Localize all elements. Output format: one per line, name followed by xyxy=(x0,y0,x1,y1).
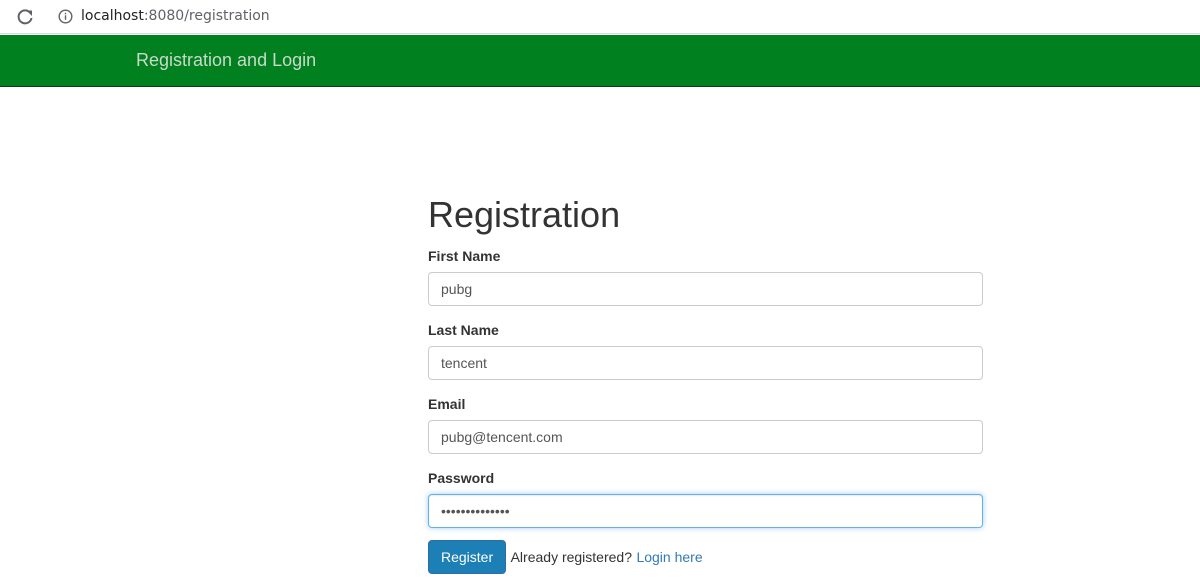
page-title: Registration xyxy=(428,194,621,235)
first-name-group: First Name xyxy=(428,246,983,306)
login-here-link[interactable]: Login here xyxy=(636,549,702,565)
registration-form: Registration First Name Last Name Email … xyxy=(428,190,983,574)
info-icon[interactable] xyxy=(58,9,73,24)
first-name-input[interactable] xyxy=(428,272,983,306)
last-name-group: Last Name xyxy=(428,320,983,380)
password-label: Password xyxy=(428,470,495,486)
address-bar[interactable]: localhost:8080/registration xyxy=(47,3,1200,30)
navbar: Registration and Login xyxy=(0,35,1200,87)
browser-toolbar: localhost:8080/registration xyxy=(0,0,1200,34)
register-button[interactable]: Register xyxy=(428,540,507,574)
email-label: Email xyxy=(428,396,466,412)
url-text: localhost:8080/registration xyxy=(81,8,270,24)
first-name-label: First Name xyxy=(428,248,501,264)
already-registered-text: Already registered? xyxy=(510,549,632,565)
last-name-label: Last Name xyxy=(428,322,499,338)
reload-icon[interactable] xyxy=(14,6,36,28)
navbar-brand[interactable]: Registration and Login xyxy=(136,50,316,71)
url-host: localhost xyxy=(81,8,144,24)
email-group: Email xyxy=(428,394,983,454)
url-path: :8080/registration xyxy=(143,8,270,24)
email-input[interactable] xyxy=(428,420,983,454)
last-name-input[interactable] xyxy=(428,346,983,380)
password-group: Password xyxy=(428,468,983,528)
password-input[interactable] xyxy=(428,494,983,528)
form-actions: Register Already registered? Login here xyxy=(428,540,983,576)
